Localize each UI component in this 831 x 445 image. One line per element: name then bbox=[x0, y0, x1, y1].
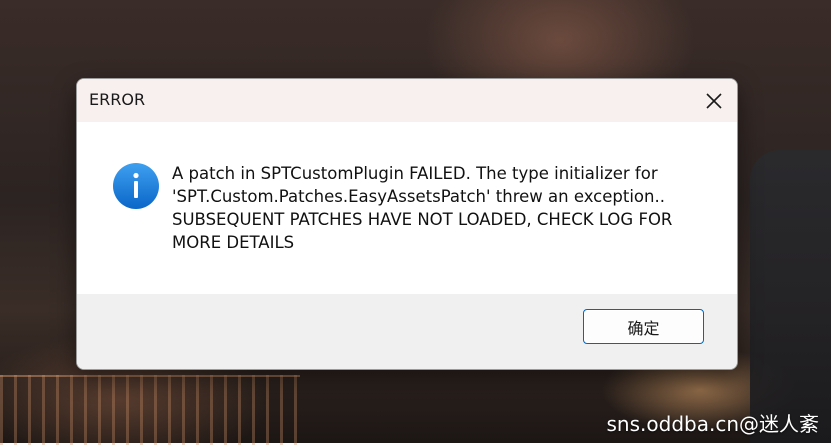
dialog-titlebar[interactable]: ERROR bbox=[77, 79, 737, 122]
dialog-title: ERROR bbox=[89, 90, 145, 109]
ok-button[interactable]: 确定 bbox=[583, 309, 704, 344]
info-icon bbox=[112, 162, 160, 210]
watermark: sns.oddba.cn@迷人紊 bbox=[607, 408, 819, 437]
close-button[interactable] bbox=[691, 79, 737, 122]
error-dialog: ERROR A patch in SPTCustomPlugin FAILED.… bbox=[76, 78, 738, 370]
background-figure bbox=[750, 150, 831, 443]
dialog-content: A patch in SPTCustomPlugin FAILED. The t… bbox=[77, 122, 737, 294]
error-message: A patch in SPTCustomPlugin FAILED. The t… bbox=[172, 162, 712, 254]
dialog-footer: 确定 bbox=[77, 294, 737, 369]
background-bridge bbox=[0, 375, 300, 445]
close-icon bbox=[706, 93, 722, 109]
